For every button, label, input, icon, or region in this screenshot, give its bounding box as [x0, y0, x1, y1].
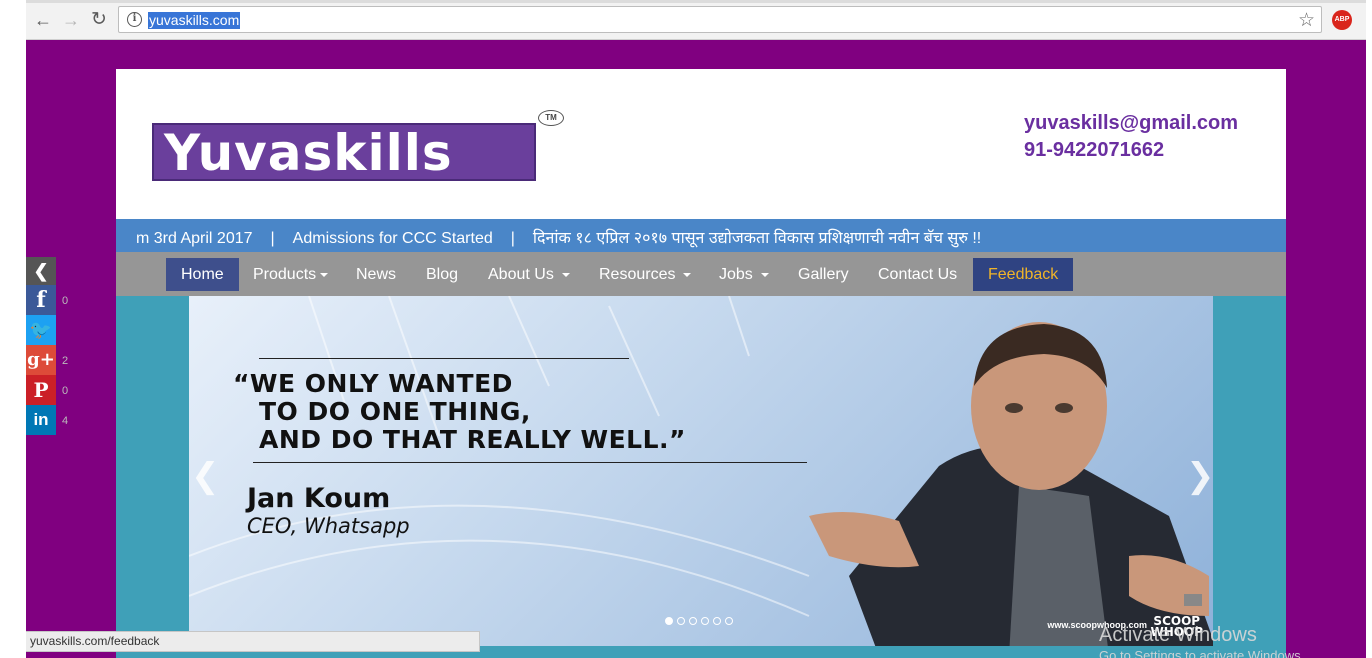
- main-nav: Home Products News Blog About Us Resourc…: [116, 252, 1286, 296]
- slide-author: Jan Koum: [247, 483, 391, 514]
- slide-image[interactable]: “WE ONLY WANTED TO DO ONE THING, AND DO …: [189, 296, 1213, 646]
- slide-indicator-dot[interactable]: [713, 617, 721, 625]
- slide-indicator-dot[interactable]: [701, 617, 709, 625]
- chevron-right-icon[interactable]: ❯: [1186, 456, 1215, 496]
- facebook-icon[interactable]: f: [26, 285, 56, 315]
- nav-jobs[interactable]: Jobs: [704, 258, 784, 291]
- ticker-item: दिनांक १८ एप्रिल २०१७ पासून उद्योजकता वि…: [532, 230, 982, 247]
- nav-label: About Us: [488, 266, 554, 283]
- caret-down-icon: [561, 272, 570, 277]
- google-plus-icon[interactable]: g+: [26, 345, 56, 375]
- nav-label: Contact Us: [878, 266, 958, 283]
- nav-home[interactable]: Home: [166, 258, 239, 291]
- nav-news[interactable]: News: [341, 258, 411, 291]
- page: { "browser": { "url": "yuvaskills.com", …: [0, 0, 1372, 658]
- linkedin-share-count: 4: [62, 415, 69, 427]
- quote-line: TO DO ONE THING,: [259, 397, 531, 426]
- quote-rule-bottom: [253, 462, 807, 463]
- hero-slider: “WE ONLY WANTED TO DO ONE THING, AND DO …: [116, 296, 1286, 658]
- browser-toolbar: ← → ↻ i yuvaskills.com ☆ ABP: [26, 0, 1366, 40]
- browser-status-bar: yuvaskills.com/feedback: [26, 631, 480, 652]
- slide-indicators: [665, 612, 737, 630]
- quote-line: AND DO THAT REALLY WELL.”: [259, 425, 686, 454]
- nav-label: Feedback: [988, 266, 1059, 283]
- quote-line: “WE ONLY WANTED: [233, 369, 513, 398]
- ticker-separator: |: [270, 230, 275, 247]
- nav-label: Jobs: [719, 266, 753, 283]
- quote-rule-top: [259, 358, 629, 359]
- url-text[interactable]: yuvaskills.com: [148, 12, 241, 29]
- trademark-mark: TM: [538, 110, 564, 126]
- caret-down-icon: [320, 272, 329, 277]
- nav-feedback[interactable]: Feedback: [973, 258, 1074, 291]
- news-ticker[interactable]: m 3rd April 2017 | Admissions for CCC Star…: [116, 219, 1286, 252]
- ticker-item: m 3rd April 2017: [136, 230, 253, 247]
- slide-indicator-dot[interactable]: [665, 617, 673, 625]
- chevron-left-icon[interactable]: ❮: [191, 456, 220, 496]
- back-button[interactable]: ←: [32, 9, 54, 31]
- nav-label: Products: [253, 266, 317, 283]
- ticker-item: Admissions for CCC Started: [292, 230, 493, 247]
- contact-phone: 91-9422071662: [1024, 139, 1165, 161]
- caret-down-icon: [683, 272, 692, 277]
- nav-resources[interactable]: Resources: [584, 258, 706, 291]
- pinterest-icon[interactable]: P: [26, 375, 56, 405]
- linkedin-icon[interactable]: in: [26, 405, 56, 435]
- star-icon[interactable]: ☆: [1298, 9, 1315, 32]
- adblock-icon[interactable]: ABP: [1332, 10, 1352, 30]
- nav-label: Gallery: [798, 266, 849, 283]
- slide-indicator-dot[interactable]: [725, 617, 733, 625]
- contact-email[interactable]: yuvaskills@gmail.com: [1024, 112, 1238, 135]
- nav-gallery[interactable]: Gallery: [783, 258, 864, 291]
- reload-button[interactable]: ↻: [88, 9, 110, 31]
- nav-about-us[interactable]: About Us: [473, 258, 585, 291]
- address-bar[interactable]: i yuvaskills.com ☆: [118, 6, 1322, 33]
- nav-contact-us[interactable]: Contact Us: [863, 258, 972, 291]
- slide-quote: “WE ONLY WANTED TO DO ONE THING, AND DO …: [233, 370, 686, 454]
- logo[interactable]: Yuvaskills: [152, 123, 536, 181]
- caret-down-icon: [760, 272, 769, 277]
- activation-watermark-subtitle: Go to Settings to activate Windows.: [1099, 648, 1305, 658]
- google-plus-share-count: 2: [62, 355, 69, 367]
- nav-label: Blog: [426, 266, 459, 283]
- share-collapse-button[interactable]: ❮: [26, 257, 56, 285]
- forward-button[interactable]: →: [60, 9, 82, 31]
- tab-strip: [26, 0, 1366, 3]
- nav-products[interactable]: Products: [238, 258, 343, 291]
- nav-blog[interactable]: Blog: [411, 258, 473, 291]
- nav-label: News: [356, 266, 397, 283]
- twitter-icon[interactable]: 🐦: [26, 315, 56, 345]
- slide-indicator-dot[interactable]: [689, 617, 697, 625]
- pinterest-share-count: 0: [62, 385, 69, 397]
- info-icon[interactable]: i: [127, 12, 142, 27]
- ticker-separator: |: [510, 230, 515, 247]
- slide-indicator-dot[interactable]: [677, 617, 685, 625]
- ticker-text: m 3rd April 2017 | Admissions for CCC Star…: [136, 226, 981, 248]
- site-header: Yuvaskills TM yuvaskills@gmail.com 91-94…: [116, 69, 1286, 219]
- nav-label: Home: [181, 266, 224, 283]
- nav-label: Resources: [599, 266, 676, 283]
- site-container: Yuvaskills TM yuvaskills@gmail.com 91-94…: [116, 69, 1286, 658]
- speaker-photo: [809, 322, 1213, 646]
- slide-author-title: CEO, Whatsapp: [247, 514, 410, 538]
- activation-watermark-title: Activate Windows: [1099, 624, 1257, 646]
- logo-text: Yuvaskills: [164, 124, 453, 182]
- facebook-share-count: 0: [62, 295, 69, 307]
